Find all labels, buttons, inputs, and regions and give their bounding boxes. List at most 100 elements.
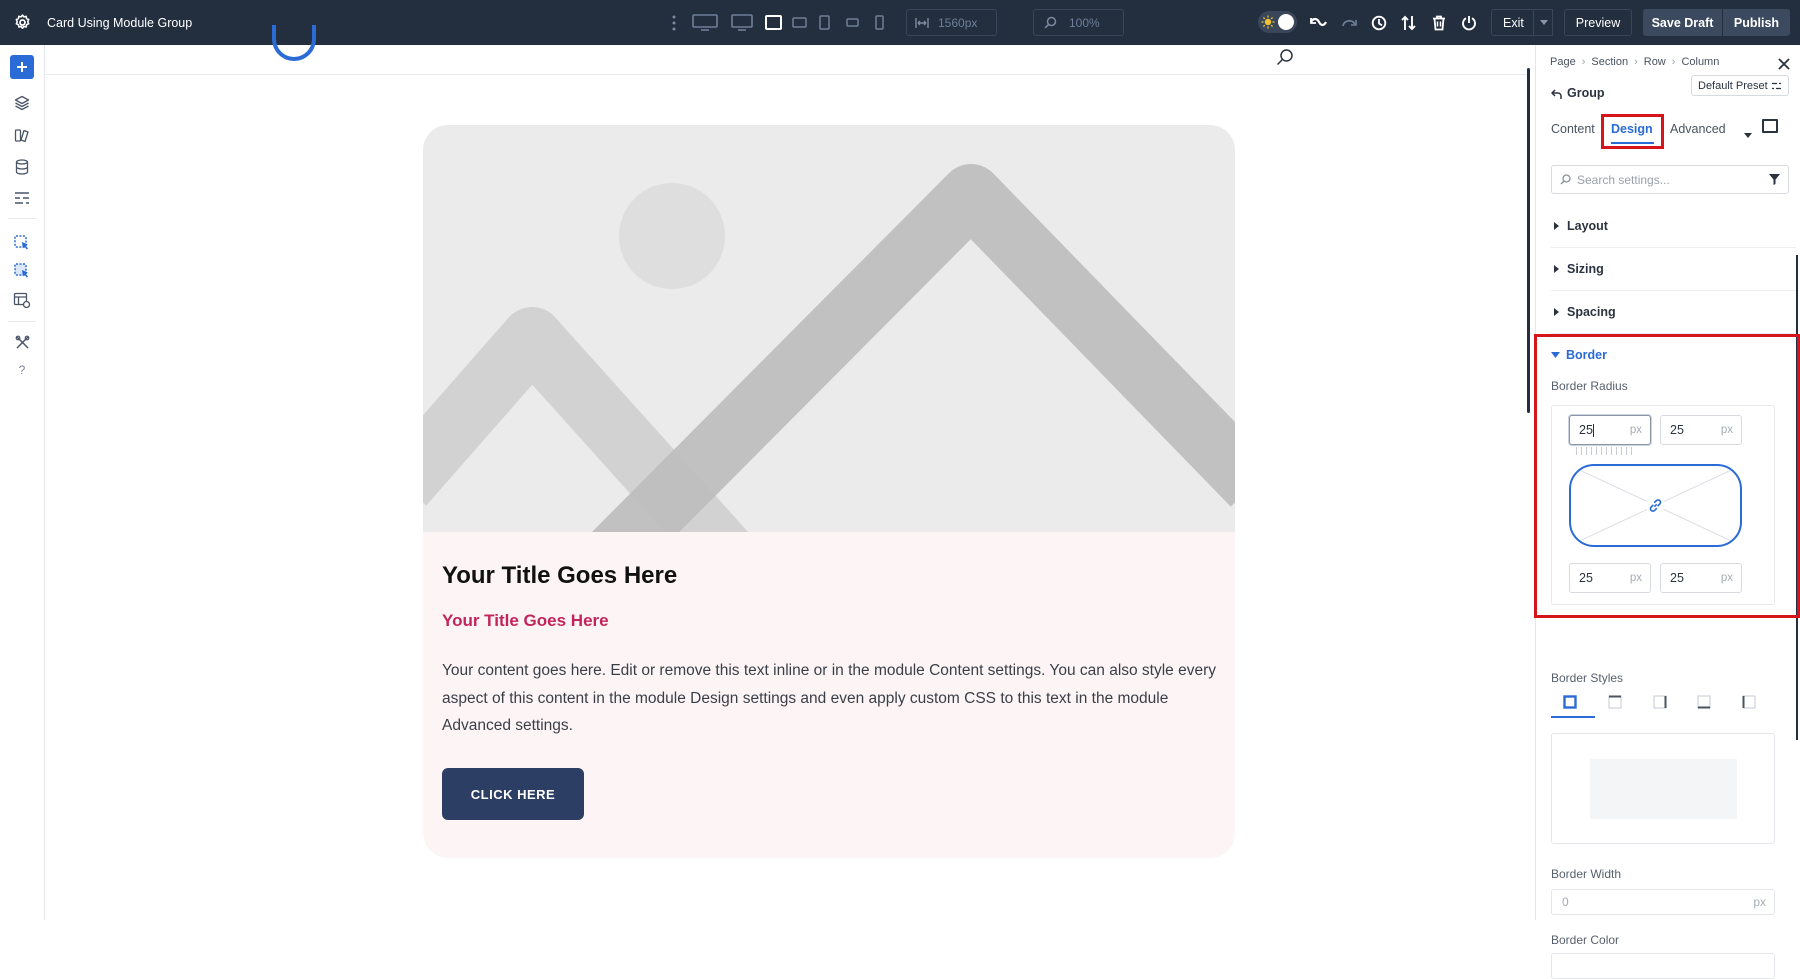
preview-label: Preview bbox=[1575, 15, 1621, 30]
border-all-icon[interactable] bbox=[1560, 692, 1580, 712]
layers-icon[interactable] bbox=[10, 91, 34, 115]
breadcrumb-item-page[interactable]: Page bbox=[1550, 56, 1576, 68]
radius-bottom-right-value: 25 bbox=[1670, 571, 1684, 585]
module-group-icon[interactable] bbox=[10, 231, 34, 255]
card-title[interactable]: Your Title Goes Here bbox=[442, 562, 677, 590]
border-width-label: Border Width bbox=[1551, 867, 1622, 881]
border-left-icon[interactable] bbox=[1739, 692, 1759, 712]
section-border[interactable]: Border bbox=[1551, 348, 1607, 362]
preset-dropdown[interactable]: Default Preset bbox=[1691, 75, 1789, 96]
preview-button[interactable]: Preview bbox=[1564, 9, 1632, 36]
border-width-unit: px bbox=[1753, 895, 1766, 909]
border-style-preview-swatch bbox=[1590, 759, 1737, 819]
exit-label: Exit bbox=[1503, 15, 1524, 30]
back-arrow-icon[interactable] bbox=[1550, 87, 1563, 99]
radius-top-left-value: 25 bbox=[1579, 423, 1593, 437]
section-layout[interactable]: Layout bbox=[1551, 205, 1796, 248]
history-icon[interactable] bbox=[1369, 12, 1389, 33]
radius-bottom-right-input[interactable]: 25 px bbox=[1660, 563, 1742, 593]
more-options-icon[interactable] bbox=[668, 12, 680, 33]
filter-icon[interactable] bbox=[1769, 174, 1780, 185]
tab-content[interactable]: Content bbox=[1551, 122, 1595, 136]
card-body-text[interactable]: Your content goes here. Edit or remove t… bbox=[442, 657, 1222, 740]
exit-dropdown-button[interactable] bbox=[1533, 9, 1553, 36]
tab-advanced[interactable]: Advanced bbox=[1670, 122, 1726, 136]
desktop-wide-icon[interactable] bbox=[691, 12, 719, 33]
card-group[interactable]: Your Title Goes Here Your Title Goes Her… bbox=[423, 125, 1235, 858]
card-subtitle[interactable]: Your Title Goes Here bbox=[442, 611, 609, 631]
phone-landscape-icon[interactable] bbox=[844, 12, 860, 33]
tabs-dropdown-icon[interactable] bbox=[1744, 125, 1752, 138]
phone-icon[interactable] bbox=[873, 12, 885, 33]
search-settings-input[interactable]: Search settings... bbox=[1551, 165, 1789, 194]
border-bottom-icon[interactable] bbox=[1694, 692, 1714, 712]
radius-unit: px bbox=[1629, 424, 1642, 436]
top-toolbar: Card Using Module Group 1560px 100% Exit… bbox=[0, 0, 1800, 45]
link-icon[interactable] bbox=[1647, 497, 1664, 514]
sun-icon bbox=[1261, 15, 1275, 29]
layout-icon[interactable] bbox=[10, 186, 34, 210]
zoom-field[interactable]: 100% bbox=[1033, 9, 1124, 36]
radius-bottom-left-input[interactable]: 25 px bbox=[1569, 563, 1651, 593]
section-spacing[interactable]: Spacing bbox=[1551, 291, 1796, 334]
expand-arrow-icon bbox=[1554, 265, 1559, 273]
radius-slider-ticks[interactable] bbox=[1576, 447, 1636, 455]
help-icon[interactable]: ? bbox=[10, 358, 34, 382]
radius-unit: px bbox=[1720, 424, 1733, 436]
border-top-icon[interactable] bbox=[1605, 692, 1625, 712]
sidebar-divider-2 bbox=[8, 321, 36, 322]
undo-icon[interactable] bbox=[1308, 12, 1328, 33]
laptop-icon[interactable] bbox=[763, 12, 783, 33]
border-radius-label: Border Radius bbox=[1551, 379, 1628, 393]
canvas-width-field[interactable]: 1560px bbox=[906, 9, 997, 36]
desktop-icon[interactable] bbox=[730, 12, 754, 33]
border-color-field[interactable] bbox=[1551, 953, 1775, 979]
close-icon[interactable] bbox=[1778, 57, 1790, 70]
header-search-icon[interactable] bbox=[1276, 48, 1294, 66]
module-group-select-icon[interactable] bbox=[10, 259, 34, 283]
trash-icon[interactable] bbox=[1429, 12, 1449, 33]
text-cursor bbox=[1592, 423, 1594, 437]
border-color-label: Border Color bbox=[1551, 933, 1620, 947]
search-placeholder: Search settings... bbox=[1577, 172, 1670, 187]
search-icon bbox=[1560, 174, 1571, 185]
breadcrumb-item-column[interactable]: Column bbox=[1681, 56, 1719, 68]
border-style-active-underline bbox=[1551, 716, 1595, 718]
breadcrumb-item-row[interactable]: Row bbox=[1644, 56, 1666, 68]
border-right-icon[interactable] bbox=[1650, 692, 1670, 712]
page-settings-icon[interactable] bbox=[10, 288, 34, 312]
tablet-icon[interactable] bbox=[817, 12, 831, 33]
gear-icon[interactable] bbox=[12, 12, 33, 33]
tab-design-underline bbox=[1611, 142, 1654, 144]
image-placeholder-icon bbox=[423, 164, 1235, 617]
publish-button[interactable]: Publish bbox=[1723, 9, 1790, 36]
tools-icon[interactable] bbox=[10, 330, 34, 354]
radius-top-right-input[interactable]: 25 px bbox=[1660, 415, 1742, 445]
chevron-down-icon bbox=[1539, 20, 1548, 25]
database-icon[interactable] bbox=[10, 155, 34, 179]
expand-arrow-icon bbox=[1554, 222, 1559, 230]
breadcrumb-separator: › bbox=[1634, 56, 1638, 68]
builder-canvas: Your Title Goes Here Your Title Goes Her… bbox=[45, 25, 1530, 920]
redo-icon[interactable] bbox=[1339, 12, 1359, 33]
modules-icon[interactable] bbox=[10, 123, 34, 147]
tablet-landscape-icon[interactable] bbox=[790, 12, 808, 33]
card-image-placeholder[interactable] bbox=[423, 125, 1235, 617]
radius-unit: px bbox=[1629, 572, 1642, 584]
border-width-input[interactable]: 0 px bbox=[1551, 889, 1775, 915]
section-sizing-label: Sizing bbox=[1567, 262, 1604, 276]
zoom-search-icon bbox=[1044, 16, 1057, 29]
border-width-value: 0 bbox=[1562, 895, 1569, 909]
portability-icon[interactable] bbox=[1398, 12, 1418, 33]
section-sizing[interactable]: Sizing bbox=[1551, 248, 1796, 291]
save-draft-button[interactable]: Save Draft bbox=[1643, 9, 1722, 36]
preset-options-icon bbox=[1771, 82, 1781, 89]
radius-top-left-input[interactable]: 25 px bbox=[1569, 415, 1651, 445]
breadcrumb-item-section[interactable]: Section bbox=[1591, 56, 1628, 68]
card-button[interactable]: CLICK HERE bbox=[442, 768, 584, 820]
add-icon[interactable] bbox=[10, 55, 34, 79]
responsive-view-icon[interactable] bbox=[1762, 119, 1778, 133]
theme-toggle[interactable] bbox=[1258, 11, 1297, 33]
header-strip bbox=[45, 45, 1530, 75]
power-icon[interactable] bbox=[1459, 12, 1479, 33]
